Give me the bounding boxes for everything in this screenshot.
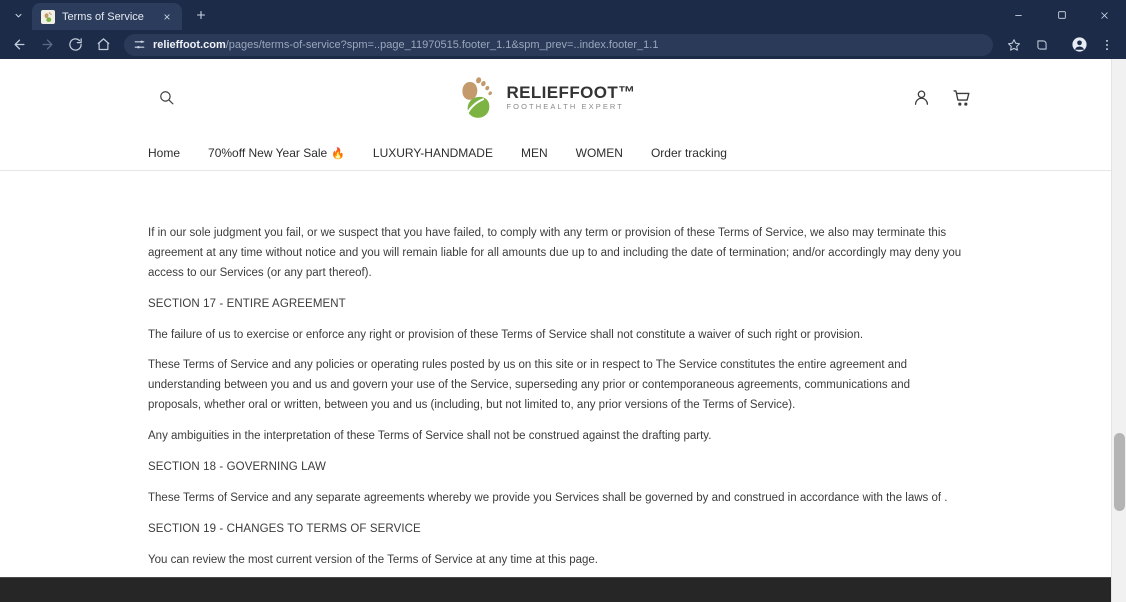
tab-title: Terms of Service [62, 10, 144, 23]
nav-link-label: Home [148, 146, 181, 160]
clipped-paragraph: If in our sole judgment you fail, or we … [148, 227, 962, 279]
nav-link-luxury-handmade[interactable]: LUXURY-HANDMADE [373, 146, 493, 160]
url-path: /pages/terms-of-service?spm=..page_11970… [225, 38, 659, 51]
nav-link-men[interactable]: MEN [521, 146, 548, 160]
section-heading: SECTION 19 - CHANGES TO TERMS OF SERVICE [148, 522, 421, 535]
body-paragraph: You can review the most current version … [148, 553, 598, 566]
header-actions [909, 86, 974, 110]
three-dot-menu-icon[interactable] [1094, 32, 1120, 58]
brand-name: RELIEFFOOT™ [506, 83, 636, 103]
window-close-button[interactable] [1083, 0, 1126, 30]
body-paragraph: Any ambiguities in the interpretation of… [148, 430, 712, 443]
tab-close-icon[interactable]: × [159, 9, 175, 25]
nav-link-label: WOMEN [575, 146, 623, 160]
window-controls [997, 0, 1126, 30]
body-paragraph: The failure of us to exercise or enforce… [148, 328, 864, 341]
tab-strip: Terms of Service × [0, 0, 1126, 30]
nav-link-order-tracking[interactable]: Order tracking [651, 146, 727, 160]
search-icon[interactable] [152, 84, 180, 112]
relieffoot-favicon-icon [41, 9, 55, 24]
address-bar[interactable]: relieffoot.com/pages/terms-of-service?sp… [124, 33, 993, 56]
split-view-icon[interactable] [1029, 32, 1055, 58]
back-button-icon[interactable] [6, 32, 32, 58]
forward-button-icon[interactable] [34, 32, 60, 58]
account-icon[interactable] [909, 86, 933, 110]
section-heading: SECTION 17 - ENTIRE AGREEMENT [148, 297, 346, 310]
fire-emoji-icon: 🔥 [331, 147, 345, 160]
browser-toolbar: relieffoot.com/pages/terms-of-service?sp… [0, 30, 1126, 59]
nav-link-70-off-new-year-sale[interactable]: 70%off New Year Sale 🔥 [208, 146, 345, 160]
nav-link-home[interactable]: Home [148, 146, 180, 160]
browser-tab-terms-of-service[interactable]: Terms of Service × [32, 3, 182, 30]
site-settings-tune-icon[interactable] [133, 38, 146, 51]
nav-link-label: LUXURY-HANDMADE [372, 146, 493, 160]
brand-text: RELIEFFOOT™ FOOTHEALTH EXPERT [506, 84, 635, 111]
browser-chrome: Terms of Service × relieffoot.com/pages/… [0, 0, 1126, 59]
home-button-icon[interactable] [90, 32, 116, 58]
content-blocks: SECTION 17 - ENTIRE AGREEMENT The failure… [148, 295, 978, 602]
site-header: RELIEFFOOT™ FOOTHEALTH EXPERT Home 70%of… [0, 59, 1126, 171]
reload-button-icon[interactable] [62, 32, 88, 58]
page-viewport: If in our sole judgment you fail, or we … [0, 59, 1126, 602]
header-top-row: RELIEFFOOT™ FOOTHEALTH EXPERT [0, 59, 1126, 136]
tab-search-chevron-down-icon[interactable] [6, 3, 30, 27]
nav-link-women[interactable]: WOMEN [576, 146, 623, 160]
url-domain: relieffoot.com [153, 38, 226, 51]
body-paragraph: These Terms of Service and any policies … [148, 359, 911, 412]
site-navigation: Home 70%off New Year Sale 🔥 LUXURY-HANDMADE… [0, 136, 1126, 171]
profile-avatar-icon[interactable] [1066, 32, 1092, 58]
site-footer: ShopHome70%off New Year Sale🔥Foot MenuAb… [0, 577, 1126, 602]
toolbar-divider [1060, 37, 1061, 52]
section-heading: SECTION 18 - GOVERNING LAW [148, 461, 326, 474]
address-bar-url: relieffoot.com/pages/terms-of-service?sp… [153, 39, 658, 51]
bookmark-star-icon[interactable] [1001, 32, 1027, 58]
nav-link-label: Order tracking [650, 146, 727, 160]
window-maximize-button[interactable] [1040, 0, 1083, 30]
window-minimize-button[interactable] [997, 0, 1040, 30]
page-scrollbar[interactable] [1111, 59, 1126, 602]
body-paragraph: These Terms of Service and any separate … [148, 491, 948, 504]
footprint-leaf-logo-icon [453, 73, 497, 123]
nav-link-label: 70%off New Year Sale [208, 146, 328, 160]
scrollbar-thumb[interactable] [1114, 433, 1125, 511]
nav-link-label: MEN [520, 146, 548, 160]
brand-tagline: FOOTHEALTH EXPERT [506, 102, 624, 112]
new-tab-button[interactable] [188, 2, 214, 28]
cart-icon[interactable] [950, 86, 974, 110]
brand-logo[interactable]: RELIEFFOOT™ FOOTHEALTH EXPERT [180, 73, 909, 123]
